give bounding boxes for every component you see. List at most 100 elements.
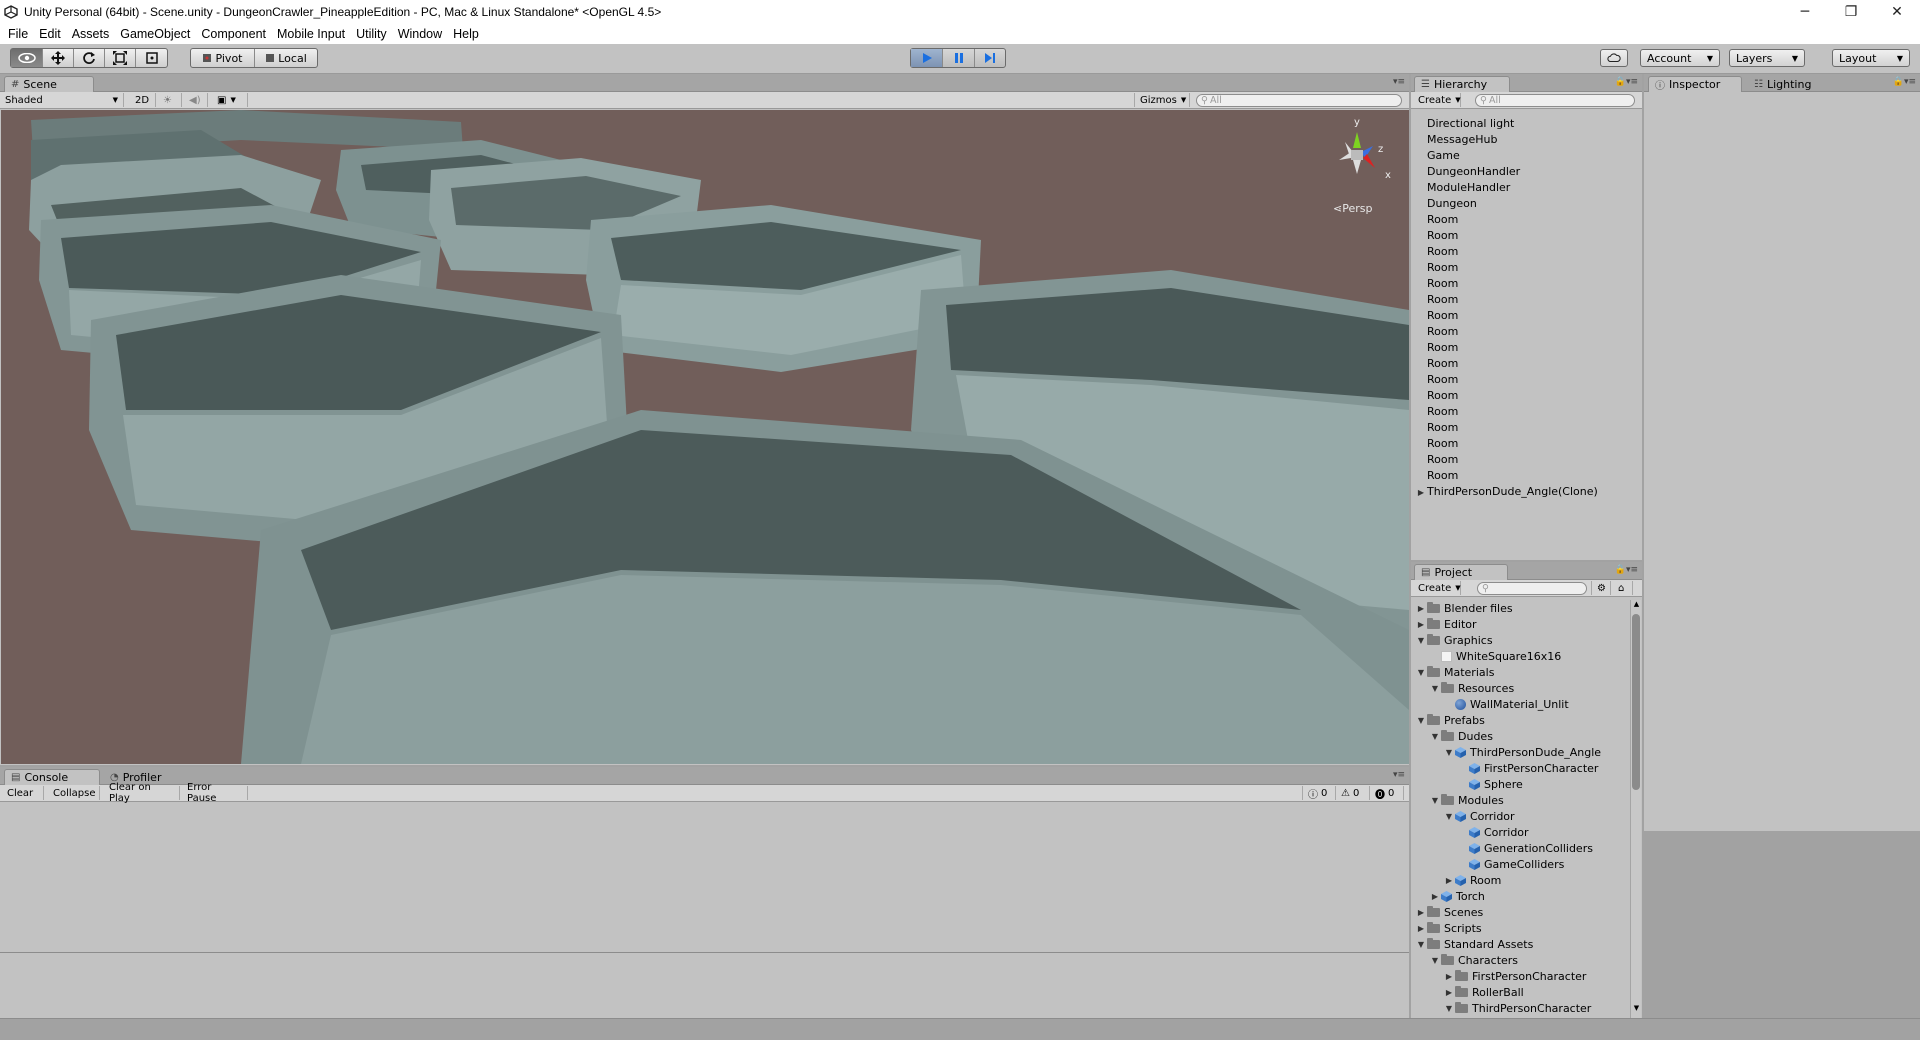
hierarchy-item[interactable]: Room <box>1427 276 1598 292</box>
hierarchy-item[interactable]: ▶ ThirdPersonDude_Angle(Clone) <box>1415 484 1598 501</box>
project-tree-item[interactable]: ▼ Prefabs <box>1415 714 1485 727</box>
project-tree-item[interactable]: GameColliders <box>1457 858 1564 871</box>
project-tree-item[interactable]: ▶ Blender files <box>1415 602 1513 615</box>
scene-effects-dropdown[interactable]: ▣ ▼ <box>212 93 248 107</box>
project-tree-item[interactable]: ▼ ThirdPersonDude_Angle <box>1443 746 1601 759</box>
hierarchy-item[interactable]: Room <box>1427 212 1598 228</box>
project-tree-item[interactable]: ▼ Resources <box>1429 682 1514 695</box>
gizmos-dropdown[interactable]: Gizmos ▼ <box>1134 93 1190 107</box>
project-search-input[interactable]: ⚲ <box>1477 582 1587 595</box>
collapsed-arrow-icon[interactable]: ▶ <box>1443 876 1455 885</box>
perspective-toggle[interactable]: ⋖Persp <box>1333 202 1372 215</box>
console-clear-button[interactable]: Clear <box>2 786 44 800</box>
layers-dropdown[interactable]: Layers ▼ <box>1729 49 1805 67</box>
expanded-arrow-icon[interactable]: ▼ <box>1429 956 1441 965</box>
filter-by-type-button[interactable]: ⚙ <box>1591 581 1611 595</box>
project-tree-item[interactable]: Corridor <box>1457 826 1529 839</box>
panel-menu-icon[interactable]: 🔒▾≡ <box>1893 77 1916 87</box>
step-button[interactable] <box>975 49 1005 67</box>
expanded-arrow-icon[interactable]: ▼ <box>1443 748 1455 757</box>
hierarchy-item[interactable]: Dungeon <box>1427 196 1598 212</box>
expanded-arrow-icon[interactable]: ▼ <box>1415 716 1427 725</box>
project-tree-item[interactable]: ▼ Corridor <box>1443 810 1515 823</box>
restore-button[interactable]: ❐ <box>1828 0 1874 24</box>
console-warning-toggle[interactable]: ⚠ 0 <box>1336 786 1370 800</box>
project-create-dropdown[interactable]: Create ▼ <box>1413 581 1461 595</box>
expanded-arrow-icon[interactable]: ▼ <box>1415 668 1427 677</box>
expanded-arrow-icon[interactable]: ▼ <box>1429 732 1441 741</box>
close-button[interactable]: ✕ <box>1874 0 1920 24</box>
toggle-2d-button[interactable]: 2D <box>130 93 156 107</box>
project-tree-item[interactable]: ▶ Room <box>1443 874 1501 887</box>
hierarchy-item[interactable]: MessageHub <box>1427 132 1598 148</box>
panel-menu-icon[interactable]: 🔒▾≡ <box>1615 77 1638 87</box>
scroll-down-icon[interactable]: ▼ <box>1631 1004 1642 1012</box>
hierarchy-item[interactable]: Room <box>1427 404 1598 420</box>
hierarchy-item[interactable]: Room <box>1427 420 1598 436</box>
project-tree-item[interactable]: ▶ Scripts <box>1415 922 1482 935</box>
hierarchy-item[interactable]: Room <box>1427 388 1598 404</box>
project-tree-item[interactable]: ▼ Standard Assets <box>1415 938 1533 951</box>
hierarchy-item[interactable]: Room <box>1427 372 1598 388</box>
expanded-arrow-icon[interactable]: ▼ <box>1415 940 1427 949</box>
project-tree-item[interactable]: ▼ Dudes <box>1429 730 1493 743</box>
menu-file[interactable]: File <box>8 27 28 41</box>
hierarchy-item[interactable]: Room <box>1427 452 1598 468</box>
console-log-toggle[interactable]: ⓘ 0 <box>1302 786 1336 801</box>
expanded-arrow-icon[interactable]: ▼ <box>1443 1004 1455 1013</box>
project-tree-item[interactable]: FirstPersonCharacter <box>1457 762 1598 775</box>
project-scrollbar[interactable]: ▲ ▼ <box>1630 600 1641 1018</box>
hierarchy-item[interactable]: Room <box>1427 340 1598 356</box>
tab-console[interactable]: ▤ Console <box>4 769 100 785</box>
project-tree-item[interactable]: WhiteSquare16x16 <box>1429 650 1561 663</box>
collapsed-arrow-icon[interactable]: ▶ <box>1415 620 1427 629</box>
expanded-arrow-icon[interactable]: ▼ <box>1429 796 1441 805</box>
tab-scene[interactable]: # Scene <box>4 76 94 92</box>
local-button[interactable]: Local <box>255 49 317 67</box>
collapsed-arrow-icon[interactable]: ▶ <box>1415 908 1427 917</box>
account-dropdown[interactable]: Account ▼ <box>1640 49 1720 67</box>
console-error-toggle[interactable]: ⓿0 <box>1370 786 1404 801</box>
console-log-area[interactable] <box>0 803 1409 953</box>
scroll-up-icon[interactable]: ▲ <box>1631 600 1642 608</box>
project-tree-item[interactable]: WallMaterial_Unlit <box>1443 698 1569 711</box>
menu-edit[interactable]: Edit <box>39 27 61 41</box>
tab-lighting[interactable]: ☷ Lighting <box>1748 76 1838 92</box>
minimize-button[interactable]: ─ <box>1782 0 1828 24</box>
scene-viewport[interactable]: y z x ⋖Persp <box>1 110 1409 764</box>
hierarchy-item[interactable]: Game <box>1427 148 1598 164</box>
hierarchy-item[interactable]: Directional light <box>1427 116 1598 132</box>
hierarchy-item[interactable]: Room <box>1427 260 1598 276</box>
hierarchy-item[interactable]: Room <box>1427 324 1598 340</box>
expanded-arrow-icon[interactable]: ▼ <box>1429 684 1441 693</box>
menu-mobile-input[interactable]: Mobile Input <box>277 27 345 41</box>
rotate-tool-button[interactable] <box>74 49 105 67</box>
menu-assets[interactable]: Assets <box>72 27 110 41</box>
panel-menu-icon[interactable]: ▾≡ <box>1393 77 1405 87</box>
project-tree-item[interactable]: ▶ Scenes <box>1415 906 1483 919</box>
menu-help[interactable]: Help <box>453 27 479 41</box>
hierarchy-item[interactable]: Room <box>1427 244 1598 260</box>
project-tree-item[interactable]: ▼ Modules <box>1429 794 1504 807</box>
hierarchy-item[interactable]: Room <box>1427 292 1598 308</box>
expanded-arrow-icon[interactable]: ▼ <box>1415 636 1427 645</box>
expand-arrow-icon[interactable]: ▶ <box>1415 485 1427 501</box>
project-tree-item[interactable]: ▼ Characters <box>1429 954 1518 967</box>
menu-gameobject[interactable]: GameObject <box>120 27 190 41</box>
panel-menu-icon[interactable]: 🔒▾≡ <box>1615 565 1638 575</box>
scrollbar-thumb[interactable] <box>1632 614 1640 790</box>
collab-cloud-button[interactable] <box>1600 49 1628 67</box>
project-tree-item[interactable]: ▶ FirstPersonCharacter <box>1443 970 1586 983</box>
console-error-pause-button[interactable]: Error Pause <box>182 782 248 804</box>
hierarchy-search-input[interactable]: ⚲ All <box>1475 94 1635 107</box>
filter-by-label-button[interactable]: ⌂ <box>1613 581 1633 595</box>
play-button[interactable] <box>911 49 943 67</box>
layout-dropdown[interactable]: Layout ▼ <box>1832 49 1910 67</box>
hierarchy-create-dropdown[interactable]: Create ▼ <box>1413 93 1461 107</box>
rect-tool-button[interactable] <box>136 49 167 67</box>
project-tree-item[interactable]: ▶ Torch <box>1429 890 1485 903</box>
scale-tool-button[interactable] <box>105 49 136 67</box>
project-tree-item[interactable]: ▼ Graphics <box>1415 634 1493 647</box>
collapsed-arrow-icon[interactable]: ▶ <box>1429 892 1441 901</box>
project-tree-item[interactable]: GenerationColliders <box>1457 842 1593 855</box>
